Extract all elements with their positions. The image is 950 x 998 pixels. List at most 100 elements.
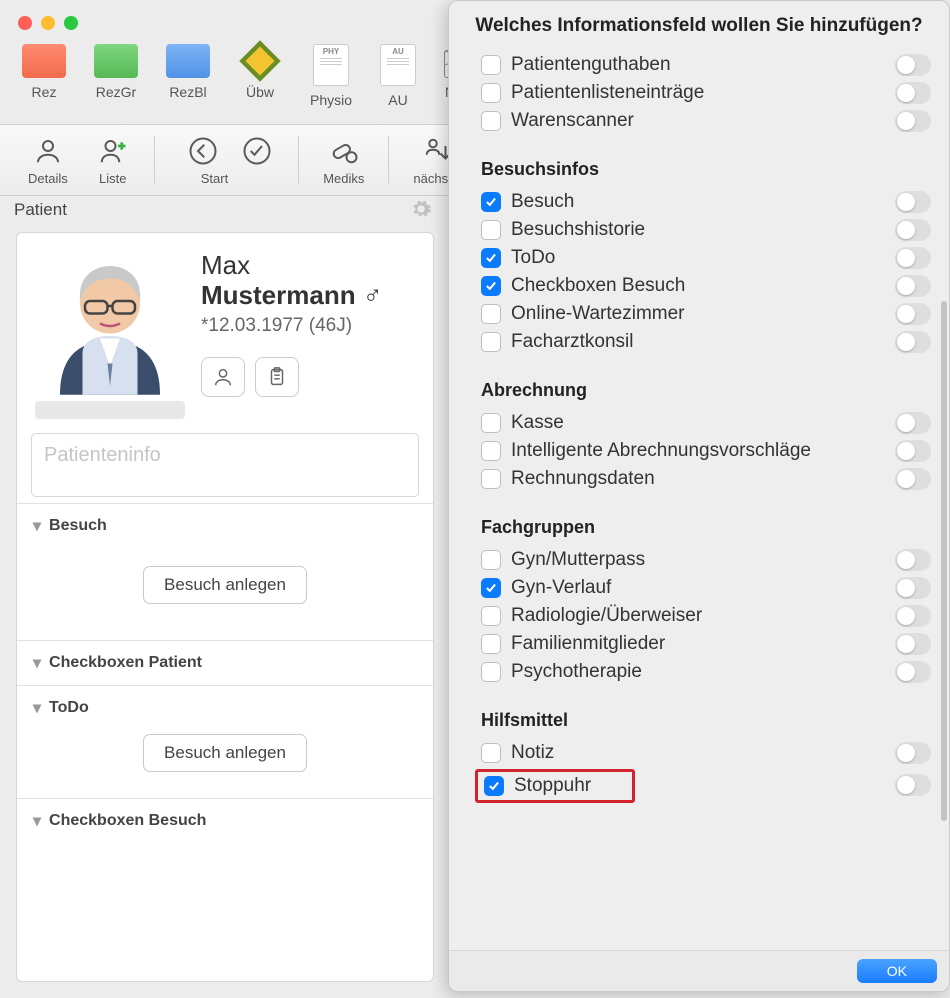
option-row[interactable]: Patientenlisteneinträge [481,79,931,107]
option-group-title: Abrechnung [481,380,931,401]
todo-besuch-anlegen-button[interactable]: Besuch anlegen [143,734,307,772]
option-label: Psychotherapie [511,661,642,683]
zoom-window-button[interactable] [64,16,78,30]
chevron-down-icon: ▾ [33,653,41,673]
checkbox[interactable] [481,634,501,654]
checkbox[interactable] [481,111,501,131]
sec-liste[interactable]: Liste [86,134,140,186]
toolbar-physio[interactable]: PHY Physio [310,44,352,108]
sec-start-check[interactable] [238,134,284,186]
option-row[interactable]: Radiologie/Überweiser [481,602,931,630]
option-row[interactable]: Familienmitglieder [481,630,931,658]
rez-icon [22,44,66,78]
checkbox[interactable] [481,55,501,75]
pills-icon [327,134,361,168]
person-icon [31,134,65,168]
sec-start-back[interactable]: Start [169,134,230,186]
checkbox[interactable] [481,606,501,626]
checkbox[interactable] [481,441,501,461]
avatar-shadow [35,401,185,419]
option-row[interactable]: Gyn/Mutterpass [481,546,931,574]
option-row[interactable]: Online-Wartezimmer [481,300,931,328]
option-row[interactable]: Patientenguthaben [481,51,931,79]
option-label: Facharztkonsil [511,331,634,353]
toggle[interactable] [895,549,931,571]
toggle[interactable] [895,219,931,241]
option-row[interactable]: Besuch [481,188,931,216]
toolbar-label: Übw [246,84,274,100]
option-row[interactable]: Besuchshistorie [481,216,931,244]
option-row[interactable]: Rechnungsdaten [481,465,931,493]
checkbox[interactable] [481,248,501,268]
sec-details[interactable]: Details [18,134,78,186]
section-header-checkbox-besuch[interactable]: ▾ Checkboxen Besuch [33,811,417,831]
back-arrow-icon [186,134,220,168]
close-window-button[interactable] [18,16,32,30]
option-row[interactable]: Psychotherapie [481,658,931,686]
checkbox[interactable] [481,83,501,103]
checkbox[interactable] [481,276,501,296]
toggle[interactable] [895,605,931,627]
besuch-anlegen-button[interactable]: Besuch anlegen [143,566,307,604]
toggle[interactable] [895,412,931,434]
toggle[interactable] [895,247,931,269]
section-header-checkbox-patient[interactable]: ▾ Checkboxen Patient [33,653,417,673]
sec-mediks[interactable]: Mediks [313,134,374,186]
checkbox[interactable] [481,220,501,240]
minimize-window-button[interactable] [41,16,55,30]
gender-icon: ♂ [363,280,383,310]
patient-panel-title: Patient [14,200,67,220]
toggle[interactable] [895,110,931,132]
checkbox[interactable] [484,776,504,796]
patient-clipboard-button[interactable] [255,357,299,397]
toolbar-au[interactable]: AU AU [380,44,416,108]
checkbox[interactable] [481,332,501,352]
option-row[interactable]: Gyn-Verlauf [481,574,931,602]
option-label: Online-Wartezimmer [511,303,685,325]
toolbar-rezgr[interactable]: RezGr [94,44,138,100]
toggle[interactable] [895,82,931,104]
toggle[interactable] [895,275,931,297]
option-row[interactable]: Kasse [481,409,931,437]
checkbox[interactable] [481,304,501,324]
toggle[interactable] [895,774,931,796]
checkbox[interactable] [481,413,501,433]
toggle[interactable] [895,440,931,462]
patient-birth: *12.03.1977 (46J) [201,315,382,337]
checkbox[interactable] [481,578,501,598]
option-row[interactable]: ToDo [481,244,931,272]
toggle[interactable] [895,661,931,683]
toggle[interactable] [895,331,931,353]
section-todo: ▾ ToDo Besuch anlegen [17,685,433,798]
toolbar-label: Physio [310,92,352,108]
gear-icon[interactable] [410,198,432,223]
option-row[interactable]: Notiz [481,739,931,767]
toggle[interactable] [895,468,931,490]
toggle[interactable] [895,191,931,213]
toggle[interactable] [895,577,931,599]
checkbox[interactable] [481,550,501,570]
option-row[interactable]: Checkboxen Besuch [481,272,931,300]
section-header-todo[interactable]: ▾ ToDo [33,698,417,718]
checkbox[interactable] [481,192,501,212]
checkbox[interactable] [481,662,501,682]
scrollbar-thumb[interactable] [941,301,947,821]
toolbar-rez[interactable]: Rez [22,44,66,100]
checkbox[interactable] [481,743,501,763]
toggle[interactable] [895,742,931,764]
toolbar-uebw[interactable]: Übw [238,44,282,100]
ok-button[interactable]: OK [857,959,937,983]
toggle[interactable] [895,54,931,76]
avatar [35,251,185,401]
toolbar-rezbl[interactable]: RezBl [166,44,210,100]
option-row[interactable]: Intelligente Abrechnungsvorschläge [481,437,931,465]
patient-detail-button[interactable] [201,357,245,397]
toggle[interactable] [895,633,931,655]
option-row[interactable]: Facharztkonsil [481,328,931,356]
section-header-besuch[interactable]: ▾ Besuch [33,516,417,536]
section-besuch: ▾ Besuch Besuch anlegen [17,503,433,640]
checkbox[interactable] [481,469,501,489]
option-row[interactable]: Warenscanner [481,107,931,135]
patient-info-input[interactable]: Patienteninfo [31,433,419,497]
toggle[interactable] [895,303,931,325]
